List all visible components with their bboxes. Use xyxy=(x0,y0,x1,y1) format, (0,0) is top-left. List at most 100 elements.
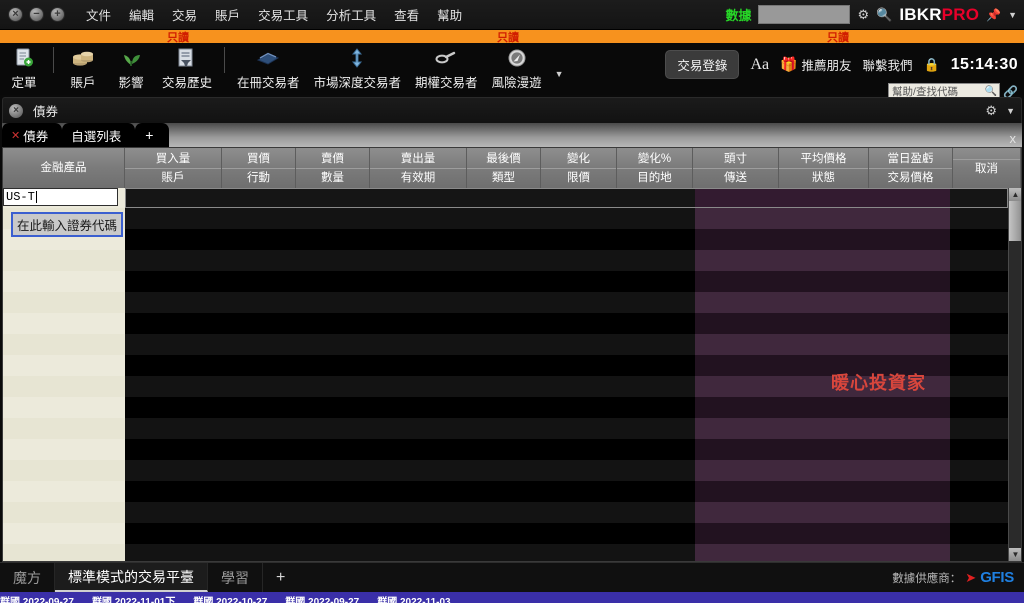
menu-item-edit[interactable]: 編輯 xyxy=(120,1,163,28)
row-cell-quote-group[interactable] xyxy=(125,355,695,376)
chevron-down-icon[interactable]: ▼ xyxy=(1008,10,1017,20)
toolbar-item-risk-navigator[interactable]: 風險漫遊 xyxy=(485,43,549,91)
window-minimize-button[interactable]: − xyxy=(29,7,44,22)
table-row[interactable] xyxy=(3,229,1021,250)
row-cell-instrument[interactable] xyxy=(3,292,125,313)
panel-gear-icon[interactable]: ⚙ xyxy=(985,104,997,117)
font-size-icon[interactable]: Aa xyxy=(750,56,769,74)
lock-icon[interactable]: 🔒 xyxy=(924,57,940,73)
row-cell-quote-group[interactable] xyxy=(125,208,695,229)
table-row[interactable] xyxy=(3,397,1021,418)
row-cell-quote-group[interactable] xyxy=(125,397,695,418)
table-row[interactable] xyxy=(3,292,1021,313)
menu-item-file[interactable]: 文件 xyxy=(77,1,120,28)
row-cell-position-group[interactable] xyxy=(695,439,950,460)
row-cell-instrument[interactable] xyxy=(3,355,125,376)
column-header-ask-size[interactable]: 賣出量 有效期 xyxy=(370,148,467,188)
row-cell-quote-group[interactable] xyxy=(125,439,695,460)
toolbar-item-trade-history[interactable]: 交易歷史 xyxy=(155,43,219,91)
gear-icon[interactable]: ⚙ xyxy=(857,8,869,21)
row-cell-position-group[interactable] xyxy=(695,481,950,502)
column-header-avg-price[interactable]: 平均價格 狀態 xyxy=(779,148,869,188)
row-cell-position-group[interactable] xyxy=(695,523,950,544)
row-cell-instrument[interactable] xyxy=(3,481,125,502)
menu-item-trade[interactable]: 交易 xyxy=(163,1,206,28)
row-cell-quote-group[interactable] xyxy=(125,292,695,313)
vertical-scrollbar[interactable]: ▲ ▼ xyxy=(1008,188,1021,561)
row-cell-position-group[interactable] xyxy=(695,502,950,523)
column-header-bid-size[interactable]: 買入量 賬戶 xyxy=(125,148,222,188)
row-cell-quote-group[interactable] xyxy=(125,313,695,334)
toolbar-item-market-depth-trader[interactable]: 市場深度交易者 xyxy=(307,43,409,91)
table-row[interactable] xyxy=(3,481,1021,502)
row-cell-position-group[interactable] xyxy=(695,355,950,376)
row-cell-instrument[interactable] xyxy=(3,313,125,334)
column-header-daily-pnl[interactable]: 當日盈虧 交易價格 xyxy=(869,148,953,188)
toolbar-item-impact[interactable]: 影響 xyxy=(107,43,155,91)
bottom-tab-mosaic[interactable]: 魔方 xyxy=(0,563,55,592)
row-cell-position-group[interactable] xyxy=(695,544,950,561)
column-header-bid-price[interactable]: 買價 行動 xyxy=(222,148,296,188)
row-cell-position-group[interactable] xyxy=(695,250,950,271)
bottom-tab-classic-platform[interactable]: 標準模式的交易平臺 xyxy=(55,563,208,592)
row-cell-quote-group[interactable] xyxy=(125,250,695,271)
tab-watchlist[interactable]: 自選列表 xyxy=(62,123,136,147)
row-cell-position-group[interactable] xyxy=(695,188,950,208)
toolbar-item-option-trader[interactable]: 期權交易者 xyxy=(408,43,485,91)
row-cell-quote-group[interactable] xyxy=(125,481,695,502)
trade-login-button[interactable]: 交易登錄 xyxy=(665,50,740,79)
tab-close-icon[interactable]: ✕ xyxy=(11,129,20,142)
column-header-cancel[interactable]: 取消 xyxy=(953,148,1021,188)
data-search-input[interactable] xyxy=(758,5,851,24)
row-cell-quote-group[interactable] xyxy=(125,188,695,208)
symbol-input[interactable]: US-T xyxy=(3,188,118,206)
row-cell-instrument[interactable] xyxy=(3,271,125,292)
bottom-tab-add-new[interactable]: + xyxy=(263,563,298,592)
row-cell-position-group[interactable] xyxy=(695,208,950,229)
pin-icon[interactable]: 📌 xyxy=(986,8,1001,22)
menu-item-account[interactable]: 賬戶 xyxy=(206,1,249,28)
row-cell-instrument[interactable] xyxy=(3,523,125,544)
toolbar-overflow-chevron-down-icon[interactable]: ▼ xyxy=(555,69,564,79)
row-cell-quote-group[interactable] xyxy=(125,523,695,544)
table-row[interactable] xyxy=(3,355,1021,376)
search-icon[interactable]: 🔍 xyxy=(876,8,892,21)
table-row[interactable] xyxy=(3,460,1021,481)
row-cell-position-group[interactable] xyxy=(695,271,950,292)
row-cell-instrument[interactable] xyxy=(3,439,125,460)
column-header-position[interactable]: 頭寸 傳送 xyxy=(693,148,779,188)
column-header-change[interactable]: 變化 限價 xyxy=(541,148,617,188)
row-cell-instrument[interactable] xyxy=(3,397,125,418)
scrollbar-thumb[interactable] xyxy=(1009,201,1021,241)
row-cell-position-group[interactable] xyxy=(695,418,950,439)
toolbar-item-book-trader[interactable]: 在冊交易者 xyxy=(230,43,307,91)
bottom-tab-learn[interactable]: 學習 xyxy=(208,563,263,592)
table-row[interactable] xyxy=(3,208,1021,229)
row-cell-quote-group[interactable] xyxy=(125,544,695,561)
table-row[interactable] xyxy=(3,313,1021,334)
row-cell-quote-group[interactable] xyxy=(125,271,695,292)
row-cell-quote-group[interactable] xyxy=(125,418,695,439)
row-cell-position-group[interactable] xyxy=(695,460,950,481)
row-cell-position-group[interactable] xyxy=(695,376,950,397)
row-cell-position-group[interactable] xyxy=(695,397,950,418)
row-cell-position-group[interactable] xyxy=(695,292,950,313)
row-cell-position-group[interactable] xyxy=(695,229,950,250)
news-ticker-strip[interactable]: 群國 2022-09-27 群國 2022-11-01下 群國 2022-10-27… xyxy=(0,592,1024,603)
row-cell-instrument[interactable] xyxy=(3,376,125,397)
toolbar-item-account[interactable]: 賬戶 xyxy=(59,43,107,91)
refer-friend-button[interactable]: 🎁 推薦朋友 xyxy=(780,55,851,74)
table-row[interactable] xyxy=(3,376,1021,397)
column-header-instrument[interactable]: 金融產品 xyxy=(3,148,125,188)
table-row[interactable] xyxy=(3,188,1021,208)
row-cell-position-group[interactable] xyxy=(695,313,950,334)
window-maximize-button[interactable]: + xyxy=(50,7,65,22)
table-row[interactable] xyxy=(3,544,1021,561)
column-header-change-pct[interactable]: 變化% 目的地 xyxy=(617,148,693,188)
row-cell-quote-group[interactable] xyxy=(125,376,695,397)
column-header-last-price[interactable]: 最後價 類型 xyxy=(467,148,541,188)
menu-item-trading-tools[interactable]: 交易工具 xyxy=(249,1,317,28)
row-cell-instrument[interactable] xyxy=(3,334,125,355)
table-row[interactable] xyxy=(3,250,1021,271)
window-close-button[interactable]: × xyxy=(8,7,23,22)
